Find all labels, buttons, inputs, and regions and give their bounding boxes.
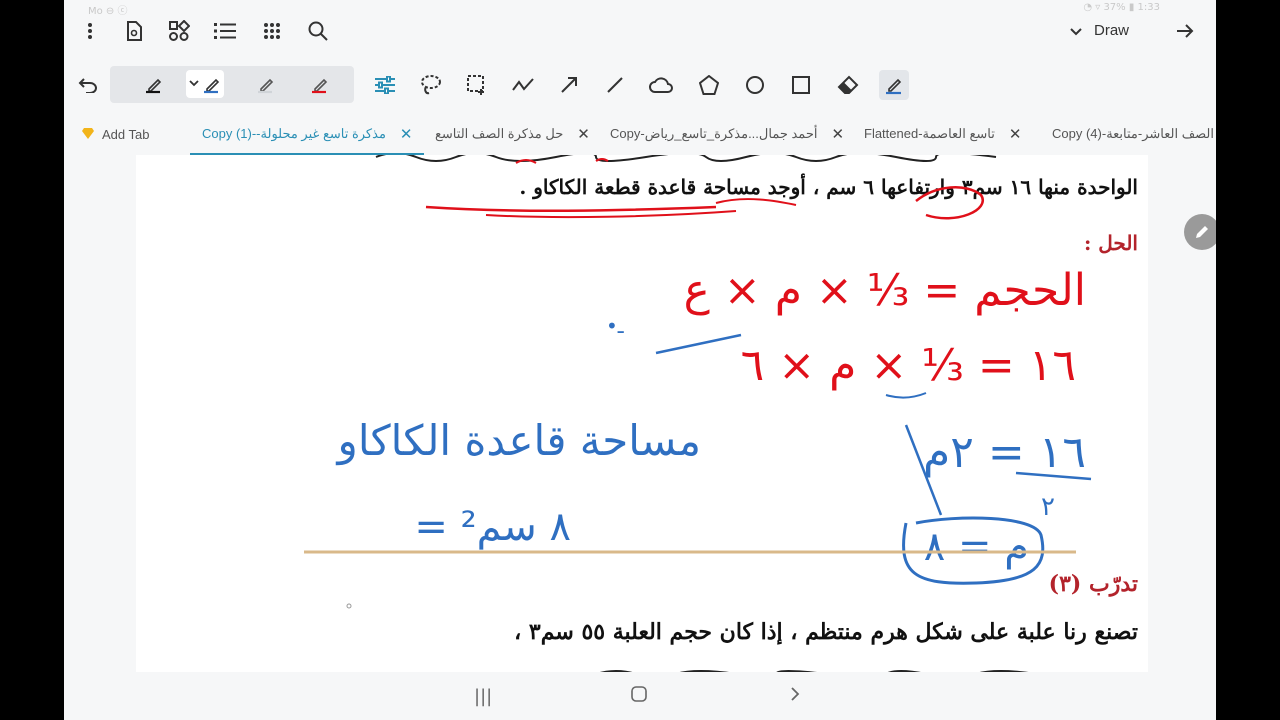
diamond-icon	[82, 127, 94, 142]
tab-label: Copy (4)-مذكرة الصف العاشر-متابعة	[1052, 126, 1216, 141]
recents-icon[interactable]: |||	[474, 686, 492, 707]
drawing-toolbar	[64, 64, 1216, 106]
tab-flattened[interactable]: Flattened-تاسع العاصمة ✕	[864, 115, 1021, 153]
lasso-icon[interactable]	[416, 70, 446, 100]
close-icon[interactable]: ✕	[400, 125, 413, 143]
selection-icon[interactable]	[462, 70, 492, 100]
hand-answer: م = ٨	[924, 524, 1029, 570]
hand-blue-text-1: مساحة قاعدة الكاكاو	[336, 416, 701, 465]
tab-hall-muthakira[interactable]: حل مذكرة الصف التاسع ✕	[435, 115, 590, 153]
hand-blue-text-2: = ٨ سم²	[414, 504, 571, 550]
red-pen-icon[interactable]	[302, 70, 338, 98]
hand-denominator: ٢	[1041, 492, 1055, 522]
circle-icon[interactable]	[740, 70, 770, 100]
add-tab-button[interactable]: Add Tab	[82, 115, 149, 153]
cloud-icon[interactable]	[646, 70, 676, 100]
draw-mode-dropdown[interactable]: Draw	[1070, 22, 1129, 39]
document-icon[interactable]	[118, 15, 150, 47]
exercise-label: تدرّب (٣)	[1048, 571, 1138, 597]
scribble-icon[interactable]	[508, 70, 538, 100]
back-icon[interactable]	[790, 686, 800, 707]
pen-group	[110, 66, 354, 103]
pencil-icon	[1196, 226, 1208, 238]
tab-copy-1[interactable]: Copy (1)--مذكرة تاسع غير محلولة ✕	[190, 115, 425, 155]
more-vert-icon[interactable]	[74, 15, 106, 47]
tab-label: Flattened-تاسع العاصمة	[864, 126, 995, 141]
add-tab-label: Add Tab	[102, 126, 150, 142]
arrow-forward-icon[interactable]	[1169, 15, 1201, 47]
shapes-icon[interactable]	[163, 15, 195, 47]
undo-icon[interactable]	[72, 69, 104, 101]
blue-pen-icon[interactable]	[186, 70, 224, 98]
chevron-down-icon	[1070, 23, 1082, 39]
tab-label: Copy (1)--مذكرة تاسع غير محلولة	[202, 126, 386, 141]
hand-equation-2: ١٦ = ⅓ × م × ٦	[741, 340, 1076, 391]
adjust-icon[interactable]	[370, 70, 400, 100]
close-icon[interactable]: ✕	[577, 125, 590, 143]
system-nav-bar: |||	[64, 672, 1216, 720]
tablet-screen: Mo ⊖ ⓒ ◔ ▿ 37% ▮ 1:33 Draw Add Tab Copy …	[64, 0, 1216, 720]
search-icon[interactable]	[302, 15, 334, 47]
black-pen-icon[interactable]	[136, 70, 172, 98]
highlighter-icon[interactable]	[879, 70, 909, 100]
tab-label: حل مذكرة الصف التاسع	[435, 126, 564, 141]
tab-label: Copy-أحمد جمال...مذكرة_تاسع_رياض	[610, 126, 818, 141]
hand-equation-1: الحجم = ⅓ × م × ع	[684, 265, 1086, 316]
list-icon[interactable]	[209, 15, 241, 47]
tabs-bar: Add Tab Copy (1)--مذكرة تاسع غير محلولة …	[64, 115, 1216, 155]
document-page[interactable]: الواحدة منها ١٦ سم٣ وارتفاعها ٦ سم ، أوج…	[136, 155, 1148, 673]
draw-label: Draw	[1094, 22, 1130, 39]
top-app-bar: Draw	[64, 10, 1216, 54]
rectangle-icon[interactable]	[786, 70, 816, 100]
close-icon[interactable]: ✕	[1009, 125, 1022, 143]
hand-equation-3: ١٦ = ٢م	[923, 427, 1086, 478]
apps-grid-icon[interactable]	[256, 15, 288, 47]
exercise-text: تصنع رنا علبة على شكل هرم منتظم ، إذا كا…	[514, 619, 1138, 645]
close-icon[interactable]: ✕	[831, 125, 844, 143]
tab-copy-ahmed[interactable]: Copy-أحمد جمال...مذكرة_تاسع_رياض ✕	[610, 115, 844, 153]
edit-pencil-fab[interactable]	[1184, 214, 1216, 250]
eraser-icon[interactable]	[833, 70, 863, 100]
tab-copy-4[interactable]: Copy (4)-مذكرة الصف العاشر-متابعة	[1052, 115, 1216, 153]
handwriting-layer: الحجم = ⅓ × م × ع ١٦ = ⅓ × م × ٦ •ـ ١٦ =…	[304, 158, 1092, 609]
light-pen-icon[interactable]	[248, 70, 284, 98]
line-icon[interactable]	[600, 70, 630, 100]
arrow-icon[interactable]	[554, 70, 584, 100]
pentagon-icon[interactable]	[694, 70, 724, 100]
home-icon[interactable]	[631, 686, 647, 707]
svg-text:•ـ: •ـ	[606, 314, 625, 338]
